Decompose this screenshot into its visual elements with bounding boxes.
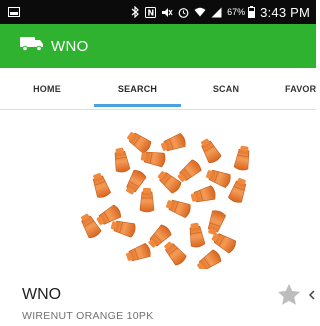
nfc-icon: N bbox=[145, 6, 157, 18]
svg-text:N: N bbox=[148, 8, 155, 17]
wire-nut bbox=[190, 185, 216, 203]
bluetooth-icon bbox=[131, 6, 140, 18]
battery-percent: 67% bbox=[227, 7, 246, 17]
wire-nut bbox=[206, 169, 231, 188]
battery-icon bbox=[248, 6, 256, 18]
overflow-arrow-icon bbox=[308, 290, 316, 300]
screenshot-icon bbox=[8, 7, 20, 17]
wire-nut bbox=[92, 173, 111, 198]
wire-nut bbox=[197, 249, 222, 271]
mute-icon bbox=[161, 7, 173, 18]
status-bar: N 67% 3:43 PM bbox=[0, 0, 316, 24]
app-title: WNO bbox=[51, 37, 89, 55]
tab-home[interactable]: HOME bbox=[0, 68, 94, 110]
wire-nut bbox=[139, 188, 155, 213]
wire-nut bbox=[161, 133, 186, 152]
wire-nut bbox=[157, 171, 182, 194]
wire-nut bbox=[81, 213, 102, 238]
tab-scan[interactable]: SCAN bbox=[181, 68, 271, 110]
status-right-group: N 67% 3:43 PM bbox=[131, 5, 310, 20]
app-bar: WNO bbox=[0, 24, 316, 68]
wire-nut bbox=[110, 220, 136, 238]
wire-nut bbox=[166, 199, 191, 218]
wire-nut bbox=[233, 145, 250, 171]
wifi-icon bbox=[194, 7, 206, 17]
product-image bbox=[70, 127, 254, 271]
status-left-group bbox=[8, 7, 20, 17]
delivery-truck-icon bbox=[20, 36, 44, 56]
product-detail: WNO WIRENUT ORANGE 10PK bbox=[0, 111, 316, 326]
wire-nut bbox=[207, 210, 226, 235]
tab-favorites[interactable]: FAVOR bbox=[271, 68, 316, 110]
wire-nut bbox=[114, 147, 131, 173]
wire-nut bbox=[189, 222, 206, 248]
wire-nut bbox=[127, 132, 152, 154]
product-name: WNO bbox=[22, 286, 62, 303]
wire-nut bbox=[164, 241, 187, 266]
signal-icon bbox=[211, 7, 222, 18]
active-tab-indicator bbox=[94, 104, 181, 107]
status-clock: 3:43 PM bbox=[260, 4, 310, 20]
alarm-icon bbox=[178, 7, 189, 18]
favorite-star-icon[interactable] bbox=[275, 281, 303, 309]
wire-nut bbox=[228, 178, 247, 203]
product-description: WIRENUT ORANGE 10PK bbox=[22, 310, 154, 322]
wire-nut bbox=[126, 243, 151, 262]
wire-nut bbox=[177, 159, 202, 182]
wire-nut bbox=[201, 138, 222, 163]
